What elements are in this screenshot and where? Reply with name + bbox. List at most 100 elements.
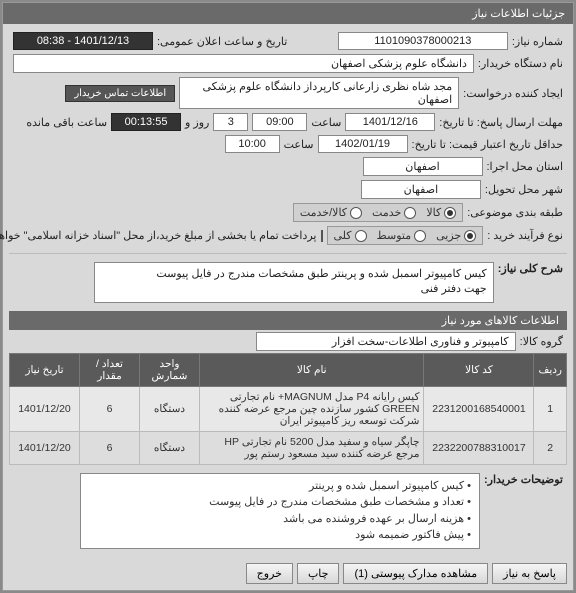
validity-label: حداقل تاریخ اعتبار قیمت: تا تاریخ: xyxy=(412,138,563,151)
radio-label: جزیی xyxy=(436,229,461,242)
cell-unit: دستگاه xyxy=(140,431,200,464)
notes-label: توضیحات خریدار: xyxy=(484,473,563,486)
radio-label: کلی xyxy=(334,229,352,242)
radio-icon xyxy=(350,207,362,219)
col-unit: واحد شمارش xyxy=(140,353,200,386)
buy-label: نوع فرآیند خرید : xyxy=(487,229,563,242)
deadline-time: 09:00 xyxy=(252,113,307,131)
buyer-value: دانشگاه علوم پزشکی اصفهان xyxy=(13,54,474,73)
class-opt-kala[interactable]: کالا xyxy=(426,206,456,219)
buy-radio-group: جزیی متوسط کلی xyxy=(327,226,484,245)
desc-text: کیس کامپیوتر اسمبل شده و پرینتر طبق مشخص… xyxy=(94,262,494,303)
row-deliv-city: شهر محل تحویل: اصفهان xyxy=(9,178,567,201)
public-time-label: تاریخ و ساعت اعلان عمومی: xyxy=(157,35,287,48)
deliv-city-label: شهر محل تحویل: xyxy=(485,183,563,196)
col-date: تاریخ نیاز xyxy=(10,353,80,386)
row-need-no: شماره نیاز: 1101090378000213 تاریخ و ساع… xyxy=(9,30,567,52)
row-group: گروه کالا: کامپیوتر و فناوری اطلاعات-سخت… xyxy=(9,330,567,353)
row-description: شرح کلی نیاز: کیس کامپیوتر اسمبل شده و پ… xyxy=(9,260,567,305)
cell-code: 2231200168540001 xyxy=(424,386,534,431)
row-creator: ایجاد کننده درخواست: مجد شاه نظری زارعان… xyxy=(9,75,567,111)
radio-icon xyxy=(414,230,426,242)
deadline-date: 1401/12/16 xyxy=(345,113,435,131)
radio-icon xyxy=(444,207,456,219)
row-buyer: نام دستگاه خریدار: دانشگاه علوم پزشکی اص… xyxy=(9,52,567,75)
radio-label: خدمت xyxy=(372,206,401,219)
radio-icon xyxy=(404,207,416,219)
class-label: طبقه بندی موضوعی: xyxy=(467,206,563,219)
cell-date: 1401/12/20 xyxy=(10,386,80,431)
table-row: 1 2231200168540001 کیس رایانه P4 مدل MAG… xyxy=(10,386,567,431)
panel-body: شماره نیاز: 1101090378000213 تاریخ و ساع… xyxy=(3,24,573,557)
deliv-city-value: اصفهان xyxy=(361,180,481,199)
items-table: ردیف کد کالا نام کالا واحد شمارش تعداد /… xyxy=(9,353,567,465)
row-classification: طبقه بندی موضوعی: کالا خدمت کالا/خدمت xyxy=(9,201,567,224)
days-label: روز و xyxy=(185,116,209,129)
cell-qty: 6 xyxy=(80,386,140,431)
validity-time: 10:00 xyxy=(225,135,280,153)
time-label-2: ساعت xyxy=(284,138,314,151)
treasury-checkbox[interactable] xyxy=(321,230,323,242)
row-exec-province: استان محل اجرا: اصفهان xyxy=(9,155,567,178)
creator-label: ایجاد کننده درخواست: xyxy=(463,87,563,100)
table-row: 2 2232200788310017 چاپگر سیاه و سفید مدل… xyxy=(10,431,567,464)
footer-buttons: پاسخ به نیاز مشاهده مدارک پیوستی (1) چاپ… xyxy=(3,557,573,590)
cell-idx: 1 xyxy=(534,386,567,431)
deadline-label: مهلت ارسال پاسخ: تا تاریخ: xyxy=(439,116,563,129)
radio-label: متوسط xyxy=(377,229,412,242)
view-attachments-button[interactable]: مشاهده مدارک پیوستی (1) xyxy=(343,563,488,584)
note-line: کیس کامپیوتر اسمبل شده و پرینتر xyxy=(89,478,471,495)
col-code: کد کالا xyxy=(424,353,534,386)
cell-date: 1401/12/20 xyxy=(10,431,80,464)
row-validity: حداقل تاریخ اعتبار قیمت: تا تاریخ: 1402/… xyxy=(9,133,567,155)
buy-opt-medium[interactable]: متوسط xyxy=(377,229,427,242)
col-qty: تعداد / مقدار xyxy=(80,353,140,386)
need-no-label: شماره نیاز: xyxy=(512,35,563,48)
panel-title: جزئیات اطلاعات نیاز xyxy=(3,3,573,24)
buy-opt-minor[interactable]: جزیی xyxy=(436,229,476,242)
class-opt-both[interactable]: کالا/خدمت xyxy=(300,206,362,219)
class-radio-group: کالا خدمت کالا/خدمت xyxy=(293,203,463,222)
row-buyer-notes: توضیحات خریدار: کیس کامپیوتر اسمبل شده و… xyxy=(9,471,567,551)
answer-button[interactable]: پاسخ به نیاز xyxy=(492,563,567,584)
cell-name: کیس رایانه P4 مدل MAGNUM+ نام تجارتی GRE… xyxy=(200,386,424,431)
exec-prov-value: اصفهان xyxy=(363,157,483,176)
buyer-label: نام دستگاه خریدار: xyxy=(478,57,563,70)
cell-qty: 6 xyxy=(80,431,140,464)
print-button[interactable]: چاپ xyxy=(297,563,340,584)
details-panel: جزئیات اطلاعات نیاز شماره نیاز: 11010903… xyxy=(2,2,574,591)
remain-label: ساعت باقی مانده xyxy=(26,116,107,129)
radio-label: کالا/خدمت xyxy=(300,206,347,219)
time-label-1: ساعت xyxy=(311,116,341,129)
class-opt-khedmat[interactable]: خدمت xyxy=(372,206,416,219)
countdown: 00:13:55 xyxy=(111,113,181,131)
radio-icon xyxy=(355,230,367,242)
exit-button[interactable]: خروج xyxy=(246,563,293,584)
cell-idx: 2 xyxy=(534,431,567,464)
cell-code: 2232200788310017 xyxy=(424,431,534,464)
radio-label: کالا xyxy=(426,206,441,219)
need-no-value: 1101090378000213 xyxy=(338,32,508,50)
cell-name: چاپگر سیاه و سفید مدل 5200 نام تجارتی HP… xyxy=(200,431,424,464)
creator-value: مجد شاه نظری زارعانی کارپرداز دانشگاه عل… xyxy=(179,77,459,109)
group-value: کامپیوتر و فناوری اطلاعات-سخت افزار xyxy=(256,332,516,351)
exec-prov-label: استان محل اجرا: xyxy=(487,160,564,173)
public-time-value: 1401/12/13 - 08:38 xyxy=(13,32,153,50)
notes-list: کیس کامپیوتر اسمبل شده و پرینتر تعداد و … xyxy=(80,473,480,549)
items-section-title: اطلاعات کالاهای مورد نیاز xyxy=(9,311,567,330)
buy-opt-total[interactable]: کلی xyxy=(334,229,367,242)
row-buy-type: نوع فرآیند خرید : جزیی متوسط کلی پرداخت … xyxy=(9,224,567,247)
row-deadline: مهلت ارسال پاسخ: تا تاریخ: 1401/12/16 سا… xyxy=(9,111,567,133)
radio-icon xyxy=(464,230,476,242)
cell-unit: دستگاه xyxy=(140,386,200,431)
group-label: گروه کالا: xyxy=(520,335,563,348)
pay-note: پرداخت تمام یا بخشی از مبلغ خرید،از محل … xyxy=(0,229,317,242)
col-name: نام کالا xyxy=(200,353,424,386)
note-line: تعداد و مشخصات طبق مشخصات مندرج در فایل … xyxy=(89,494,471,511)
col-idx: ردیف xyxy=(534,353,567,386)
validity-date: 1402/01/19 xyxy=(318,135,408,153)
desc-label: شرح کلی نیاز: xyxy=(498,262,563,275)
contact-buyer-button[interactable]: اطلاعات تماس خریدار xyxy=(65,85,175,102)
note-line: هزینه ارسال بر عهده فروشنده می باشد xyxy=(89,511,471,528)
days-value: 3 xyxy=(213,113,248,131)
